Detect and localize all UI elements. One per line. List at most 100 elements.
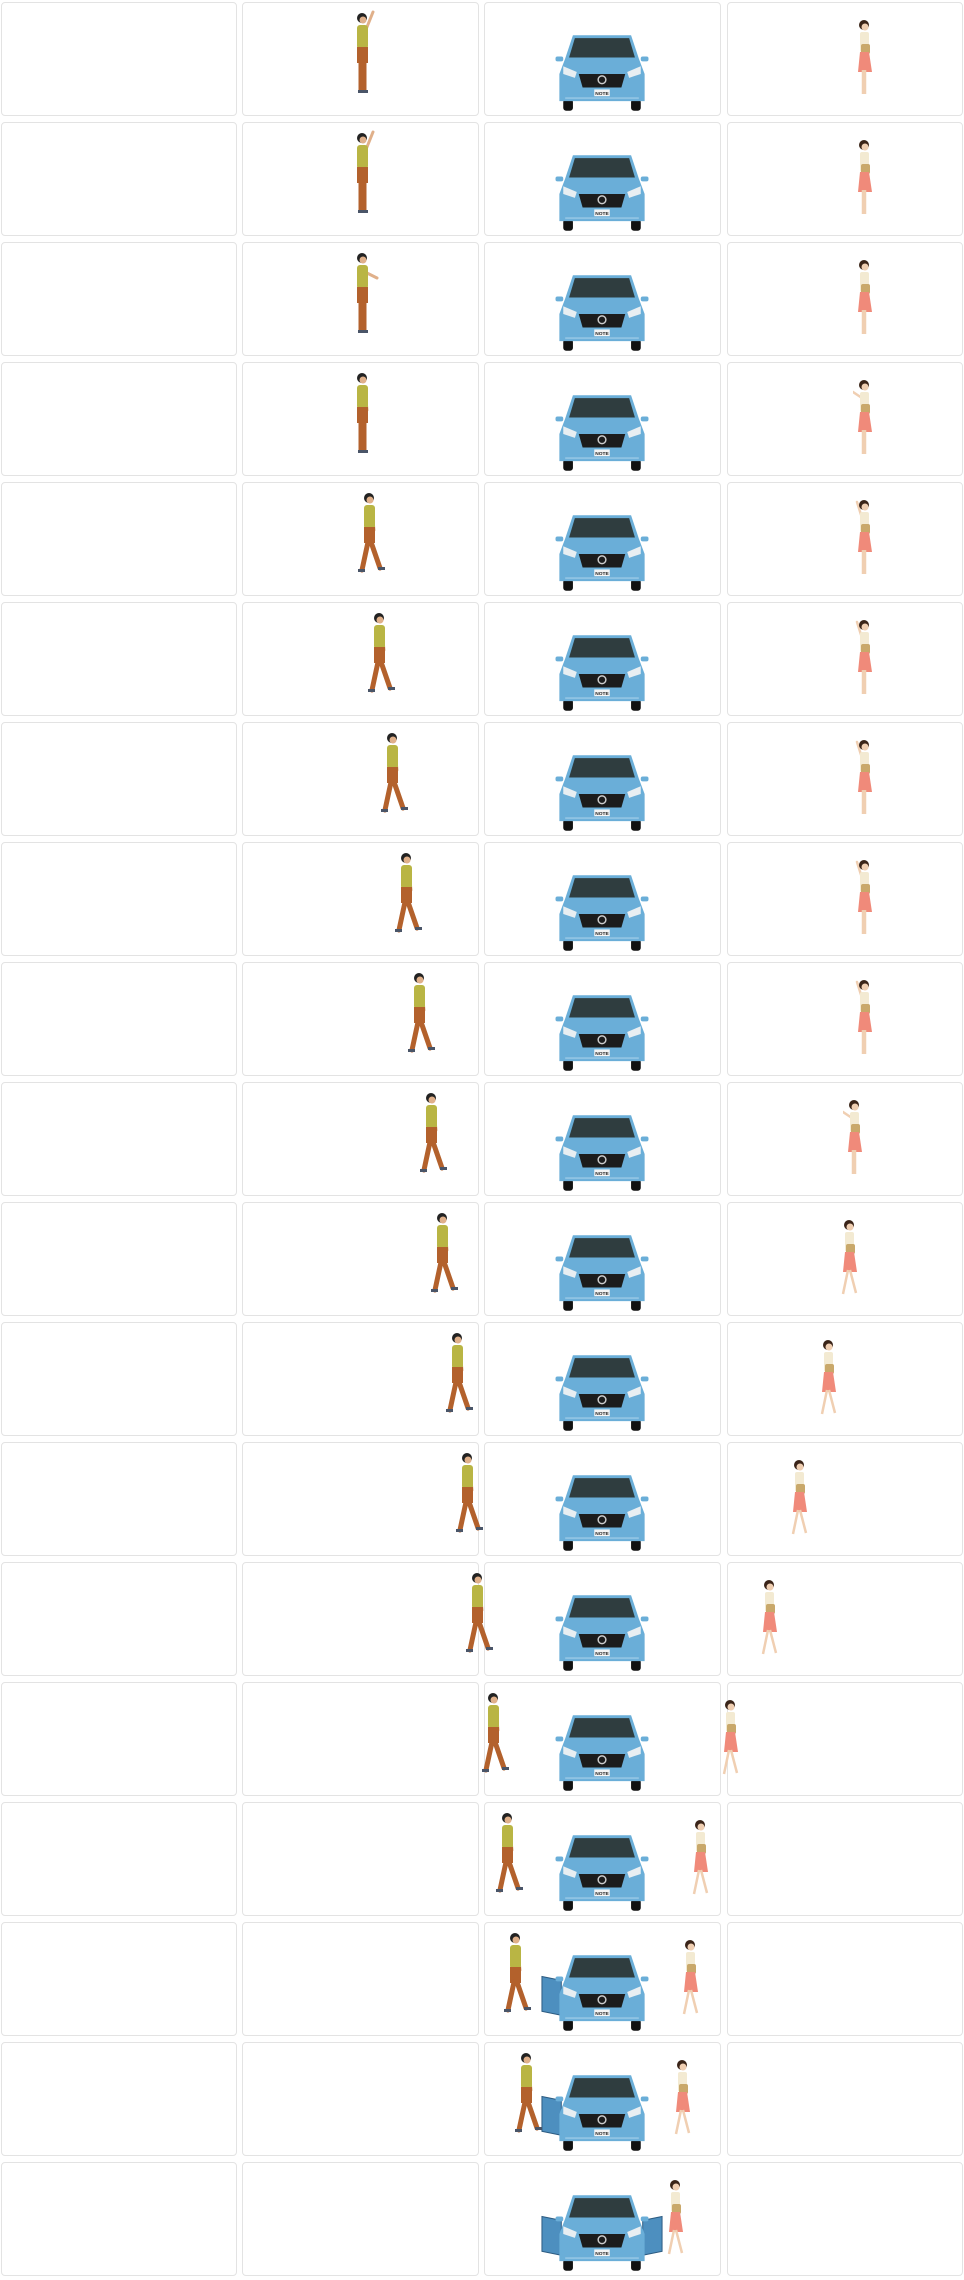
frame-cell-empty: [1, 1802, 237, 1916]
man-figure: [446, 1330, 476, 1421]
frame-cell-man: [242, 2042, 479, 2156]
frame-cell-woman: [727, 242, 963, 356]
frame-row: NOTE: [0, 240, 964, 360]
frame-cell-woman: [727, 1442, 963, 1556]
frame-cell-empty: [1, 722, 237, 836]
car-image: NOTE: [540, 990, 664, 1079]
frame-row: NOTE: [0, 1920, 964, 2040]
frame-cell-woman: [727, 842, 963, 956]
svg-text:NOTE: NOTE: [595, 1051, 609, 1057]
svg-text:NOTE: NOTE: [595, 571, 609, 577]
frame-cell-woman: [727, 602, 963, 716]
woman-figure: [853, 618, 877, 703]
car-image: NOTE: [540, 1950, 664, 2039]
frame-cell-man: [242, 962, 479, 1076]
frame-cell-woman: [727, 1322, 963, 1436]
frame-cell-woman: [727, 722, 963, 836]
frame-row: NOTE: [0, 480, 964, 600]
frame-cell-man: [242, 1802, 479, 1916]
frame-cell-woman: [727, 1802, 963, 1916]
man-figure: [408, 970, 438, 1061]
frame-cell-empty: [1, 2162, 237, 2276]
frame-cell-empty: [1, 2042, 237, 2156]
man-figure: [351, 370, 381, 461]
frame-cell-man: [242, 842, 479, 956]
car-image: NOTE: [540, 1350, 664, 1439]
car-image: NOTE: [540, 870, 664, 959]
frame-cell-woman: [727, 2, 963, 116]
man-figure: [381, 730, 411, 821]
frame-row: NOTE: [0, 1560, 964, 1680]
frame-cell-empty: [1, 2, 237, 116]
frame-cell-man: [242, 1442, 479, 1556]
frame-cell-empty: [1, 122, 237, 236]
svg-text:NOTE: NOTE: [595, 1531, 609, 1537]
svg-text:NOTE: NOTE: [595, 811, 609, 817]
frame-cell-empty: [1, 1442, 237, 1556]
man-figure: [466, 1570, 496, 1661]
frame-cell-empty: [1, 1562, 237, 1676]
frame-cell-empty: [1, 962, 237, 1076]
car-image: NOTE: [540, 1830, 664, 1919]
frame-row: NOTE: [0, 840, 964, 960]
man-figure: [456, 1450, 486, 1541]
man-figure: [515, 2050, 545, 2141]
svg-text:NOTE: NOTE: [595, 931, 609, 937]
frame-cell-empty: [1, 1922, 237, 2036]
woman-figure: [853, 18, 877, 103]
car-image: NOTE: [540, 1230, 664, 1319]
man-figure: [395, 850, 425, 941]
frame-cell-woman: [727, 122, 963, 236]
frame-cell-empty: [1, 602, 237, 716]
frame-cell-man: [242, 602, 479, 716]
frame-cell-empty: [1, 242, 237, 356]
svg-text:NOTE: NOTE: [595, 2251, 609, 2257]
svg-text:NOTE: NOTE: [595, 691, 609, 697]
man-figure: [351, 10, 381, 101]
frame-cell-empty: [1, 482, 237, 596]
svg-text:NOTE: NOTE: [595, 1771, 609, 1777]
svg-text:NOTE: NOTE: [595, 1651, 609, 1657]
car-image: NOTE: [540, 1110, 664, 1199]
man-figure: [496, 1810, 526, 1901]
frame-row: NOTE: [0, 2160, 964, 2280]
frame-cell-man: [242, 1682, 479, 1796]
car-image: NOTE: [540, 1590, 664, 1679]
frame-row: NOTE: [0, 720, 964, 840]
frame-row: NOTE: [0, 1680, 964, 1800]
frame-grid: NOTE NOTE NOTE NOTE NOTE NOTE NOTE NOTE …: [0, 0, 964, 2280]
woman-figure: [689, 1818, 713, 1903]
woman-figure: [719, 1698, 743, 1783]
svg-text:NOTE: NOTE: [595, 1171, 609, 1177]
svg-text:NOTE: NOTE: [595, 91, 609, 97]
man-figure: [431, 1210, 461, 1301]
frame-cell-woman: [727, 2042, 963, 2156]
car-image: NOTE: [540, 390, 664, 479]
woman-figure: [853, 138, 877, 223]
svg-text:NOTE: NOTE: [595, 1291, 609, 1297]
frame-row: NOTE: [0, 360, 964, 480]
svg-text:NOTE: NOTE: [595, 2131, 609, 2137]
woman-figure: [851, 378, 877, 463]
frame-row: NOTE: [0, 1440, 964, 1560]
frame-cell-empty: [1, 1202, 237, 1316]
woman-figure: [758, 1578, 782, 1663]
svg-text:NOTE: NOTE: [595, 211, 609, 217]
man-figure: [482, 1690, 512, 1781]
frame-row: NOTE: [0, 2040, 964, 2160]
woman-figure: [841, 1098, 867, 1183]
car-image: NOTE: [540, 2190, 664, 2279]
man-figure: [368, 610, 398, 701]
woman-figure: [853, 858, 877, 943]
car-image: NOTE: [540, 2070, 664, 2159]
frame-cell-man: [242, 722, 479, 836]
frame-row: NOTE: [0, 120, 964, 240]
frame-row: NOTE: [0, 960, 964, 1080]
car-image: NOTE: [540, 30, 664, 119]
svg-text:NOTE: NOTE: [595, 2011, 609, 2017]
man-figure: [358, 490, 388, 581]
frame-row: NOTE: [0, 1200, 964, 1320]
frame-cell-empty: [1, 362, 237, 476]
frame-cell-empty: [1, 842, 237, 956]
woman-figure: [671, 2058, 695, 2143]
